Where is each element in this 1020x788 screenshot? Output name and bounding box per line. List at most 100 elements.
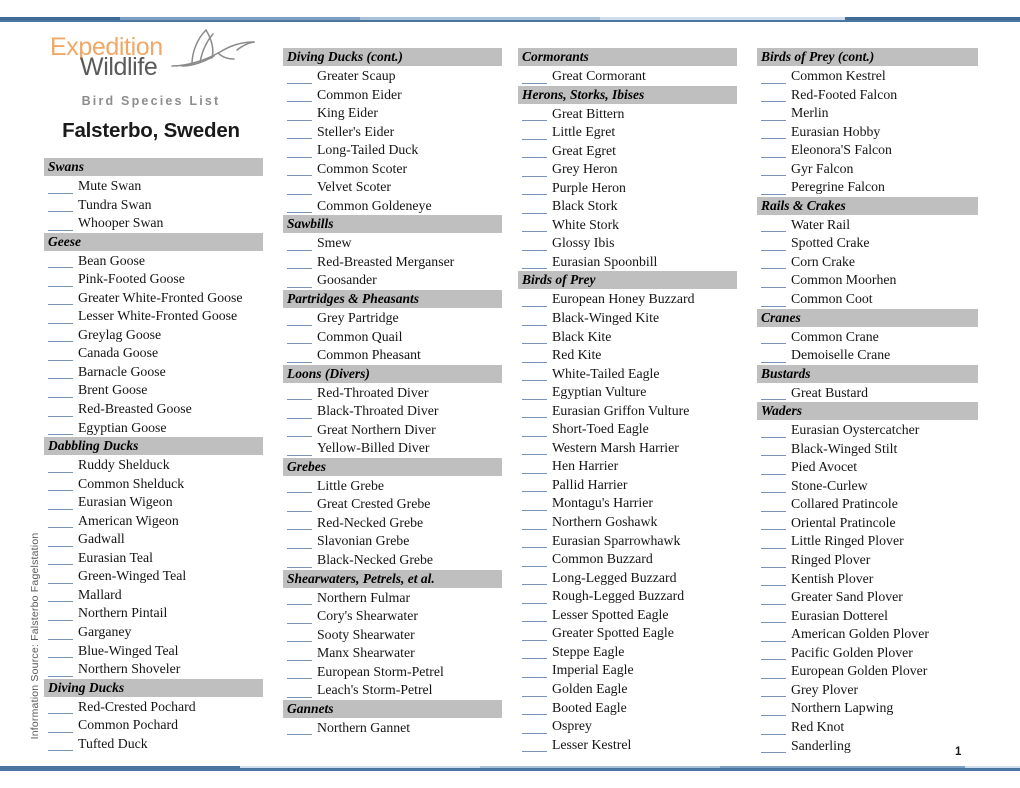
- species-row[interactable]: Western Marsh Harrier: [518, 439, 737, 458]
- checkbox-blank-line[interactable]: [761, 193, 786, 195]
- species-row[interactable]: Steppe Eagle: [518, 643, 737, 662]
- checkbox-blank-line[interactable]: [48, 322, 73, 324]
- species-row[interactable]: Little Ringed Plover: [757, 532, 978, 551]
- species-row[interactable]: Common Eider: [283, 86, 502, 105]
- species-row[interactable]: Tufted Duck: [44, 735, 263, 754]
- checkbox-blank-line[interactable]: [761, 455, 786, 457]
- checkbox-blank-line[interactable]: [761, 82, 786, 84]
- species-row[interactable]: Ringed Plover: [757, 551, 978, 570]
- checkbox-blank-line[interactable]: [287, 436, 312, 438]
- checkbox-blank-line[interactable]: [48, 397, 73, 399]
- species-row[interactable]: Red-Breasted Goose: [44, 400, 263, 419]
- checkbox-blank-line[interactable]: [522, 194, 547, 196]
- checkbox-blank-line[interactable]: [287, 138, 312, 140]
- checkbox-blank-line[interactable]: [761, 622, 786, 624]
- species-row[interactable]: Common Coot: [757, 290, 978, 309]
- checkbox-blank-line[interactable]: [522, 732, 547, 734]
- checkbox-blank-line[interactable]: [522, 695, 547, 697]
- species-row[interactable]: Stone-Curlew: [757, 477, 978, 496]
- checkbox-blank-line[interactable]: [522, 398, 547, 400]
- checkbox-blank-line[interactable]: [761, 548, 786, 550]
- checkbox-blank-line[interactable]: [522, 361, 547, 363]
- checkbox-blank-line[interactable]: [287, 696, 312, 698]
- species-row[interactable]: Eurasian Wigeon: [44, 493, 263, 512]
- species-row[interactable]: Common Crane: [757, 328, 978, 347]
- species-row[interactable]: Smew: [283, 234, 502, 253]
- checkbox-blank-line[interactable]: [48, 750, 73, 752]
- checkbox-blank-line[interactable]: [287, 249, 312, 251]
- species-row[interactable]: Long-Tailed Duck: [283, 141, 502, 160]
- species-row[interactable]: Common Goldeneye: [283, 197, 502, 216]
- species-row[interactable]: Kentish Plover: [757, 570, 978, 589]
- checkbox-blank-line[interactable]: [48, 731, 73, 733]
- checkbox-blank-line[interactable]: [761, 733, 786, 735]
- checkbox-blank-line[interactable]: [761, 175, 786, 177]
- species-row[interactable]: Red-Footed Falcon: [757, 86, 978, 105]
- checkbox-blank-line[interactable]: [761, 714, 786, 716]
- species-row[interactable]: Long-Legged Buzzard: [518, 569, 737, 588]
- checkbox-blank-line[interactable]: [522, 714, 547, 716]
- species-row[interactable]: Common Scoter: [283, 160, 502, 179]
- species-row[interactable]: Water Rail: [757, 216, 978, 235]
- species-row[interactable]: Yellow-Billed Diver: [283, 439, 502, 458]
- checkbox-blank-line[interactable]: [522, 82, 547, 84]
- checkbox-blank-line[interactable]: [522, 380, 547, 382]
- species-row[interactable]: Pied Avocet: [757, 458, 978, 477]
- checkbox-blank-line[interactable]: [522, 639, 547, 641]
- checkbox-blank-line[interactable]: [48, 564, 73, 566]
- checkbox-blank-line[interactable]: [761, 305, 786, 307]
- checkbox-blank-line[interactable]: [522, 676, 547, 678]
- species-row[interactable]: Lesser Spotted Eagle: [518, 606, 737, 625]
- species-row[interactable]: Great Crested Grebe: [283, 495, 502, 514]
- checkbox-blank-line[interactable]: [522, 306, 547, 308]
- checkbox-blank-line[interactable]: [522, 528, 547, 530]
- species-row[interactable]: Steller's Eider: [283, 123, 502, 142]
- checkbox-blank-line[interactable]: [761, 510, 786, 512]
- checkbox-blank-line[interactable]: [761, 138, 786, 140]
- checkbox-blank-line[interactable]: [761, 287, 786, 289]
- checkbox-blank-line[interactable]: [48, 304, 73, 306]
- checkbox-blank-line[interactable]: [522, 120, 547, 122]
- checkbox-blank-line[interactable]: [761, 399, 786, 401]
- species-row[interactable]: Pink-Footed Goose: [44, 270, 263, 289]
- checkbox-blank-line[interactable]: [761, 603, 786, 605]
- checkbox-blank-line[interactable]: [48, 229, 73, 231]
- species-row[interactable]: American Golden Plover: [757, 625, 978, 644]
- checkbox-blank-line[interactable]: [48, 620, 73, 622]
- species-row[interactable]: Sooty Shearwater: [283, 626, 502, 645]
- checkbox-blank-line[interactable]: [761, 640, 786, 642]
- species-row[interactable]: Lesser White-Fronted Goose: [44, 307, 263, 326]
- species-row[interactable]: Northern Lapwing: [757, 699, 978, 718]
- species-row[interactable]: Grey Heron: [518, 160, 737, 179]
- checkbox-blank-line[interactable]: [287, 287, 312, 289]
- species-row[interactable]: Great Egret: [518, 142, 737, 161]
- species-row[interactable]: Oriental Pratincole: [757, 514, 978, 533]
- species-row[interactable]: Glossy Ibis: [518, 234, 737, 253]
- species-row[interactable]: Demoiselle Crane: [757, 346, 978, 365]
- species-row[interactable]: Imperial Eagle: [518, 661, 737, 680]
- species-row[interactable]: Egyptian Vulture: [518, 383, 737, 402]
- checkbox-blank-line[interactable]: [287, 156, 312, 158]
- species-row[interactable]: Blue-Winged Teal: [44, 642, 263, 661]
- species-row[interactable]: Northern Pintail: [44, 604, 263, 623]
- checkbox-blank-line[interactable]: [287, 324, 312, 326]
- species-row[interactable]: Hen Harrier: [518, 457, 737, 476]
- species-row[interactable]: Mallard: [44, 586, 263, 605]
- checkbox-blank-line[interactable]: [48, 192, 73, 194]
- species-row[interactable]: Red-Crested Pochard: [44, 698, 263, 717]
- checkbox-blank-line[interactable]: [287, 119, 312, 121]
- checkbox-blank-line[interactable]: [761, 473, 786, 475]
- checkbox-blank-line[interactable]: [48, 378, 73, 380]
- checkbox-blank-line[interactable]: [522, 231, 547, 233]
- species-row[interactable]: American Wigeon: [44, 512, 263, 531]
- species-row[interactable]: Egyptian Goose: [44, 419, 263, 438]
- species-row[interactable]: Eurasian Dotterel: [757, 607, 978, 626]
- checkbox-blank-line[interactable]: [48, 434, 73, 436]
- checkbox-blank-line[interactable]: [761, 361, 786, 363]
- species-row[interactable]: Lesser Kestrel: [518, 736, 737, 755]
- species-row[interactable]: White Stork: [518, 216, 737, 235]
- checkbox-blank-line[interactable]: [287, 454, 312, 456]
- species-row[interactable]: Slavonian Grebe: [283, 532, 502, 551]
- species-row[interactable]: Great Cormorant: [518, 67, 737, 86]
- checkbox-blank-line[interactable]: [48, 713, 73, 715]
